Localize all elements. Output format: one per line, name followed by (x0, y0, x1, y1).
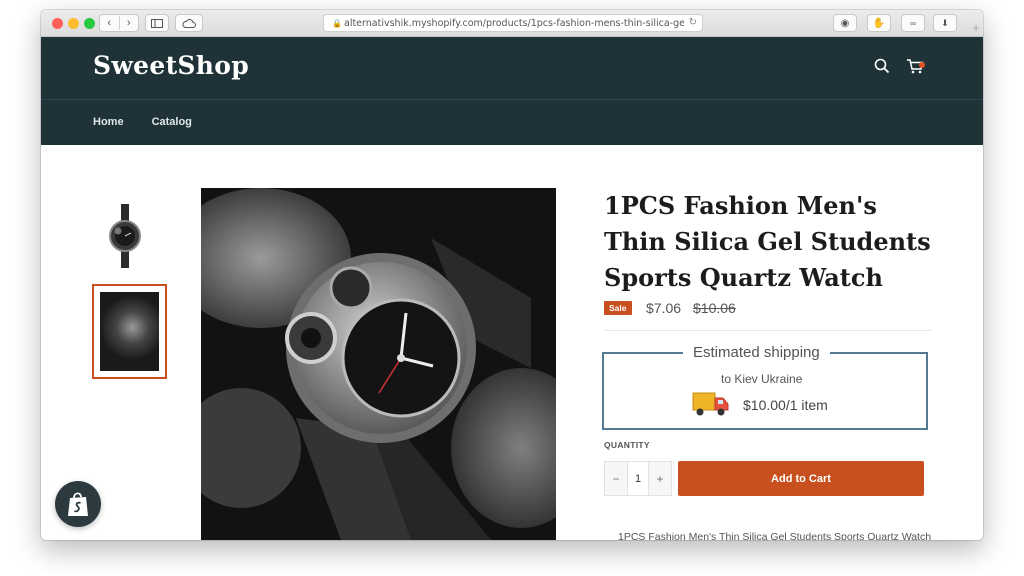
quantity-increase-button[interactable]: + (649, 462, 671, 495)
shipping-title: Estimated shipping (683, 344, 830, 361)
lock-icon: 🔒 (332, 19, 342, 28)
back-icon[interactable]: ‹ (100, 17, 119, 29)
shopify-bag-icon (68, 491, 88, 516)
extension-button-2[interactable]: ✋ (867, 14, 891, 32)
zoom-window-button[interactable] (84, 18, 95, 29)
search-icon[interactable] (873, 57, 891, 75)
back-forward-buttons[interactable]: ‹ › (99, 14, 139, 32)
product-thumbnail-1[interactable] (105, 204, 145, 268)
quantity-stepper: − 1 + (604, 461, 672, 496)
close-window-button[interactable] (52, 18, 63, 29)
price-divider (604, 330, 932, 331)
product-thumbnail-2-selected[interactable] (92, 284, 167, 379)
quantity-decrease-button[interactable]: − (605, 462, 627, 495)
watch-photo (201, 188, 556, 540)
browser-window: ‹ › 🔒 alternativshik.myshopify.com/produ… (41, 10, 983, 540)
cart-count-badge (919, 62, 925, 68)
thumbnail-image (100, 292, 159, 371)
extension-icon: ∞ (910, 18, 916, 28)
extension-icon: ✋ (872, 17, 886, 29)
main-nav: Home Catalog (93, 116, 192, 128)
product-price: $7.06 (646, 300, 682, 316)
shopify-chat-button[interactable] (55, 481, 101, 527)
delivery-truck-icon (692, 392, 729, 416)
nav-home[interactable]: Home (93, 116, 124, 128)
store-header: SweetShop Home Catalog (41, 37, 983, 145)
downloads-button[interactable]: ⬇ (933, 14, 957, 32)
address-bar[interactable]: 🔒 alternativshik.myshopify.com/products/… (323, 14, 703, 32)
extension-icon: ◉ (840, 17, 850, 29)
forward-icon[interactable]: › (119, 17, 138, 29)
product-description: 1PCS Fashion Men's Thin Silica Gel Stude… (618, 531, 932, 540)
url-text[interactable]: alternativshik.myshopify.com/products/1p… (344, 18, 684, 29)
download-icon: ⬇ (941, 17, 949, 28)
quantity-input[interactable]: 1 (627, 462, 649, 495)
nav-catalog[interactable]: Catalog (152, 116, 192, 128)
add-to-cart-button[interactable]: Add to Cart (678, 461, 924, 496)
icloud-tabs-button[interactable] (175, 14, 203, 32)
reload-icon[interactable]: ↻ (689, 17, 697, 28)
new-tab-icon[interactable]: + (969, 20, 983, 37)
extension-button-1[interactable]: ◉ (833, 14, 857, 32)
extension-button-3[interactable]: ∞ (901, 14, 925, 32)
shipping-estimate-box (602, 352, 928, 430)
cloud-icon (182, 18, 196, 28)
browser-toolbar: ‹ › 🔒 alternativshik.myshopify.com/produ… (41, 10, 983, 37)
quantity-label: QUANTITY (604, 440, 650, 450)
minimize-window-button[interactable] (68, 18, 79, 29)
product-main-image[interactable] (201, 188, 556, 540)
header-divider (41, 99, 983, 100)
store-logo[interactable]: SweetShop (93, 51, 249, 80)
shipping-price: $10.00/1 item (743, 397, 828, 413)
sale-badge: Sale (604, 301, 632, 315)
compare-at-price: $10.06 (693, 300, 736, 316)
shipping-destination: to Kiev Ukraine (721, 372, 803, 386)
sidebar-toggle-button[interactable] (145, 14, 169, 32)
sidebar-icon (151, 18, 163, 28)
product-title: 1PCS Fashion Men's Thin Silica Gel Stude… (604, 191, 931, 292)
